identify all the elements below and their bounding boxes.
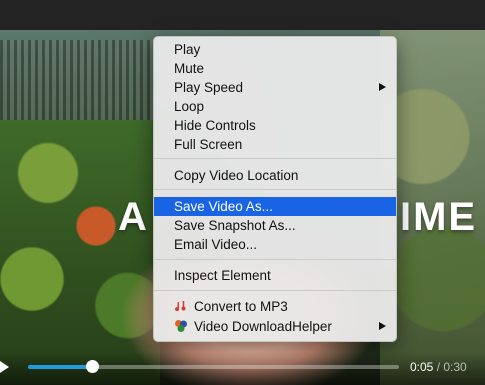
downloadhelper-icon bbox=[175, 320, 187, 332]
menu-item-mute[interactable]: Mute bbox=[154, 59, 396, 78]
video-fence bbox=[0, 40, 160, 130]
menu-separator bbox=[154, 290, 396, 291]
menu-item-full-screen[interactable]: Full Screen bbox=[154, 135, 396, 154]
top-bar bbox=[0, 0, 485, 30]
menu-item-save-video-as[interactable]: Save Video As... bbox=[154, 197, 396, 216]
time-display: 0:05 / 0:30 bbox=[410, 360, 467, 374]
progress-fill bbox=[28, 365, 93, 369]
menu-item-copy-video-location[interactable]: Copy Video Location bbox=[154, 166, 396, 185]
menu-item-video-downloadhelper[interactable]: Video DownloadHelper bbox=[154, 317, 396, 336]
menu-item-inspect-element[interactable]: Inspect Element bbox=[154, 266, 396, 285]
video-overlay-text-left: A bbox=[118, 195, 149, 239]
video-overlay-text-right: IME bbox=[400, 195, 478, 239]
chevron-right-icon bbox=[379, 83, 386, 91]
context-menu: Play Mute Play Speed Loop Hide Controls … bbox=[153, 36, 397, 342]
music-note-icon bbox=[175, 300, 186, 312]
duration: / 0:30 bbox=[436, 360, 467, 374]
menu-item-play[interactable]: Play bbox=[154, 40, 396, 59]
menu-item-hide-controls[interactable]: Hide Controls bbox=[154, 116, 396, 135]
menu-item-email-video[interactable]: Email Video... bbox=[154, 235, 396, 254]
menu-item-save-snapshot-as[interactable]: Save Snapshot As... bbox=[154, 216, 396, 235]
progress-track[interactable] bbox=[28, 360, 399, 373]
menu-item-play-speed[interactable]: Play Speed bbox=[154, 78, 396, 97]
menu-separator bbox=[154, 259, 396, 260]
menu-item-loop[interactable]: Loop bbox=[154, 97, 396, 116]
chevron-right-icon bbox=[379, 322, 386, 330]
menu-separator bbox=[154, 158, 396, 159]
menu-separator bbox=[154, 189, 396, 190]
play-icon[interactable] bbox=[0, 361, 9, 373]
current-time: 0:05 bbox=[410, 360, 434, 374]
menu-item-convert-to-mp3[interactable]: Convert to MP3 bbox=[154, 297, 396, 316]
